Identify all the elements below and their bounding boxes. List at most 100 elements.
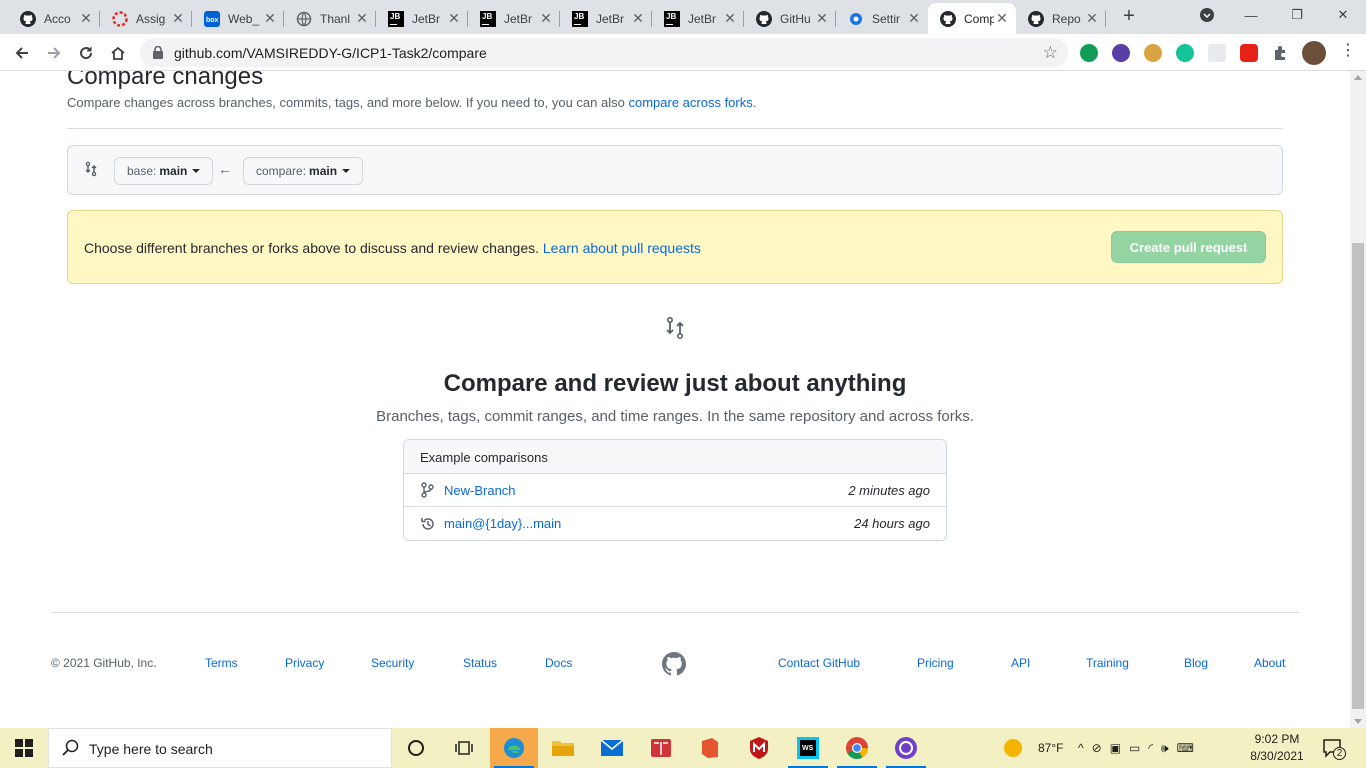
close-tab-icon[interactable]: ✕ — [814, 10, 830, 27]
tab-search-button[interactable] — [1184, 0, 1230, 30]
browser-tab[interactable]: Thanl ✕ — [284, 3, 376, 34]
profile-avatar[interactable] — [1302, 41, 1326, 65]
restore-button[interactable]: ❐ — [1274, 0, 1320, 30]
page-scrollbar[interactable] — [1350, 71, 1366, 728]
scroll-up-icon[interactable] — [1354, 75, 1362, 80]
taskbar-reader[interactable] — [637, 728, 685, 768]
close-tab-icon[interactable]: ✕ — [994, 10, 1010, 27]
close-tab-icon[interactable]: ✕ — [78, 10, 94, 27]
example-link[interactable]: New-Branch — [444, 483, 516, 498]
footer-link-status[interactable]: Status — [463, 656, 497, 670]
taskbar-edge[interactable] — [490, 728, 538, 768]
wifi-icon[interactable]: ◜ — [1148, 741, 1153, 755]
close-tab-icon[interactable]: ✕ — [630, 10, 646, 27]
footer-link-security[interactable]: Security — [371, 656, 414, 670]
back-button[interactable] — [8, 39, 36, 67]
taskbar-mail[interactable] — [588, 728, 636, 768]
example-link[interactable]: main@{1day}...main — [444, 516, 561, 531]
address-bar[interactable]: github.com/VAMSIREDDY-G/ICP1-Task2/compa… — [140, 38, 1068, 67]
url-text[interactable]: github.com/VAMSIREDDY-G/ICP1-Task2/compa… — [174, 45, 487, 61]
compare-branch-select[interactable]: compare: main — [243, 157, 364, 185]
cookie-extension-icon[interactable] — [1144, 44, 1162, 62]
youtube-extension-icon[interactable] — [1240, 44, 1258, 62]
close-tab-icon[interactable]: ✕ — [170, 10, 186, 27]
extensions-puzzle-icon[interactable] — [1272, 44, 1290, 62]
bookmark-star-icon[interactable]: ☆ — [1043, 43, 1058, 63]
taskbar-webstorm[interactable]: WS — [784, 728, 832, 768]
tray-app-icon[interactable]: ⊘ — [1092, 741, 1102, 755]
home-button[interactable] — [104, 39, 132, 67]
create-pull-request-button[interactable]: Create pull request — [1111, 231, 1266, 263]
taskbar-app[interactable] — [686, 728, 734, 768]
clock-time: 9:02 PM — [1254, 732, 1300, 746]
close-tab-icon[interactable]: ✕ — [1084, 10, 1100, 27]
minimize-button[interactable]: — — [1228, 0, 1274, 30]
browser-menu-icon[interactable]: ⋮ — [1340, 42, 1356, 62]
taskbar-search[interactable]: Type here to search — [48, 728, 392, 768]
notification-center-button[interactable]: 2 — [1322, 738, 1346, 763]
battery-icon[interactable]: ▭ — [1129, 741, 1140, 755]
learn-pull-requests-link[interactable]: Learn about pull requests — [543, 240, 701, 256]
browser-tab[interactable]: JB JetBr ✕ — [560, 3, 652, 34]
list-item[interactable]: main@{1day}...main 24 hours ago — [404, 507, 946, 540]
browser-tab[interactable]: JB JetBr ✕ — [376, 3, 468, 34]
close-tab-icon[interactable]: ✕ — [722, 10, 738, 27]
browser-tab[interactable]: Repo ✕ — [1016, 3, 1106, 34]
extension-icon[interactable] — [1208, 44, 1226, 62]
close-tab-icon[interactable]: ✕ — [446, 10, 462, 27]
browser-tab[interactable]: Acco ✕ — [8, 3, 100, 34]
compare-across-forks-link[interactable]: compare across forks — [628, 95, 752, 110]
footer-link-blog[interactable]: Blog — [1184, 656, 1208, 670]
browser-tab[interactable]: JB JetBr ✕ — [468, 3, 560, 34]
footer-link-about[interactable]: About — [1254, 656, 1285, 670]
taskbar-mcafee[interactable] — [735, 728, 783, 768]
browser-tab[interactable]: Assig ✕ — [100, 3, 192, 34]
forward-button[interactable] — [40, 39, 68, 67]
extension-icon[interactable] — [1112, 44, 1130, 62]
taskbar-file-explorer[interactable] — [539, 728, 587, 768]
browser-tab[interactable]: JB JetBr ✕ — [652, 3, 744, 34]
base-branch-select[interactable]: base: main — [114, 157, 214, 185]
tray-app-icon[interactable]: ▣ — [1110, 741, 1121, 755]
cortana-button[interactable] — [392, 728, 440, 768]
task-view-button[interactable] — [440, 728, 488, 768]
tab-title: GitHu — [780, 11, 811, 26]
list-item[interactable]: New-Branch 2 minutes ago — [404, 474, 946, 507]
close-tab-icon[interactable]: ✕ — [262, 10, 278, 27]
keyboard-icon[interactable]: ⌨ — [1177, 741, 1194, 755]
start-button[interactable] — [0, 728, 48, 768]
footer-link-training[interactable]: Training — [1086, 656, 1129, 670]
system-clock[interactable]: 9:02 PM 8/30/2021 — [1246, 731, 1308, 765]
close-tab-icon[interactable]: ✕ — [538, 10, 554, 27]
lock-icon[interactable] — [152, 46, 164, 59]
browser-tab-active[interactable]: Comp ✕ — [928, 3, 1016, 34]
footer-link-pricing[interactable]: Pricing — [917, 656, 954, 670]
chevron-up-icon[interactable]: ^ — [1078, 741, 1084, 755]
jetbrains-icon: JB — [388, 10, 404, 27]
browser-tab[interactable]: box Web_ ✕ — [192, 3, 284, 34]
browser-tab[interactable]: GitHu ✕ — [744, 3, 836, 34]
scroll-down-icon[interactable] — [1354, 719, 1362, 724]
weather-widget[interactable]: 87°F — [1004, 728, 1063, 768]
taskbar-github-desktop[interactable] — [882, 728, 930, 768]
new-tab-button[interactable]: + — [1118, 6, 1140, 28]
page-subtitle: Compare changes across branches, commits… — [67, 95, 756, 110]
footer-link-privacy[interactable]: Privacy — [285, 656, 324, 670]
volume-icon[interactable]: 🕪 — [1161, 741, 1169, 756]
example-time: 2 minutes ago — [848, 482, 930, 498]
footer-link-terms[interactable]: Terms — [205, 656, 238, 670]
folder-icon — [552, 741, 574, 756]
taskbar-chrome[interactable] — [833, 728, 881, 768]
close-tab-icon[interactable]: ✕ — [354, 10, 370, 27]
browser-tab[interactable]: Settir ✕ — [836, 3, 928, 34]
grammarly-icon[interactable] — [1176, 44, 1194, 62]
footer-link-docs[interactable]: Docs — [545, 656, 572, 670]
footer-link-contact[interactable]: Contact GitHub — [778, 656, 860, 670]
scrollbar-thumb[interactable] — [1352, 243, 1364, 709]
github-logo-icon[interactable] — [662, 652, 686, 676]
extension-icon[interactable] — [1080, 44, 1098, 62]
close-window-button[interactable]: ✕ — [1320, 0, 1366, 30]
reload-button[interactable] — [72, 39, 100, 67]
close-tab-icon[interactable]: ✕ — [906, 10, 922, 27]
footer-link-api[interactable]: API — [1011, 656, 1030, 670]
